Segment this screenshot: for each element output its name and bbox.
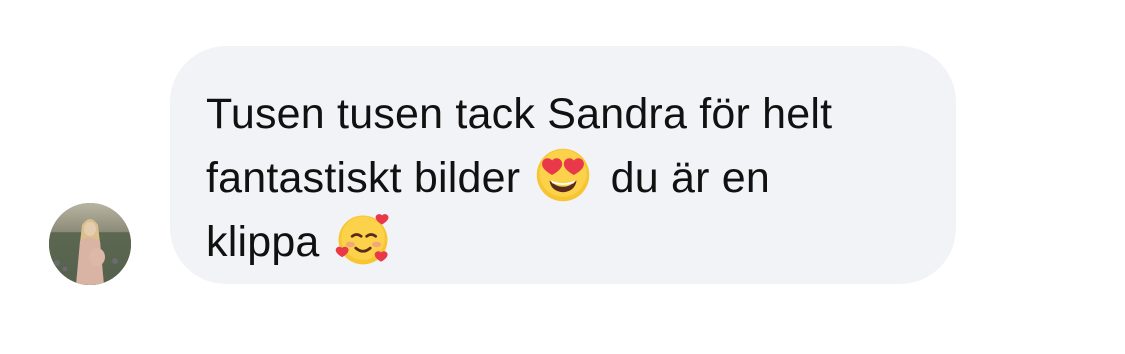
avatar[interactable] <box>49 203 131 285</box>
message-line-3: klippa <box>206 218 332 266</box>
message-line-2-end: du är en <box>598 154 770 202</box>
message-line-1: Tusen tusen tack Sandra för helt <box>206 90 833 138</box>
smiling-face-with-hearts-emoji-icon <box>334 210 392 268</box>
message-bubble[interactable]: Tusen tusen tack Sandra för helt fantast… <box>170 46 956 284</box>
heart-eyes-emoji-icon <box>534 146 592 204</box>
message-text: Tusen tusen tack Sandra för helt fantast… <box>206 82 916 274</box>
message-line-2-start: fantastiskt bilder <box>206 154 533 202</box>
avatar-photo <box>49 203 131 285</box>
